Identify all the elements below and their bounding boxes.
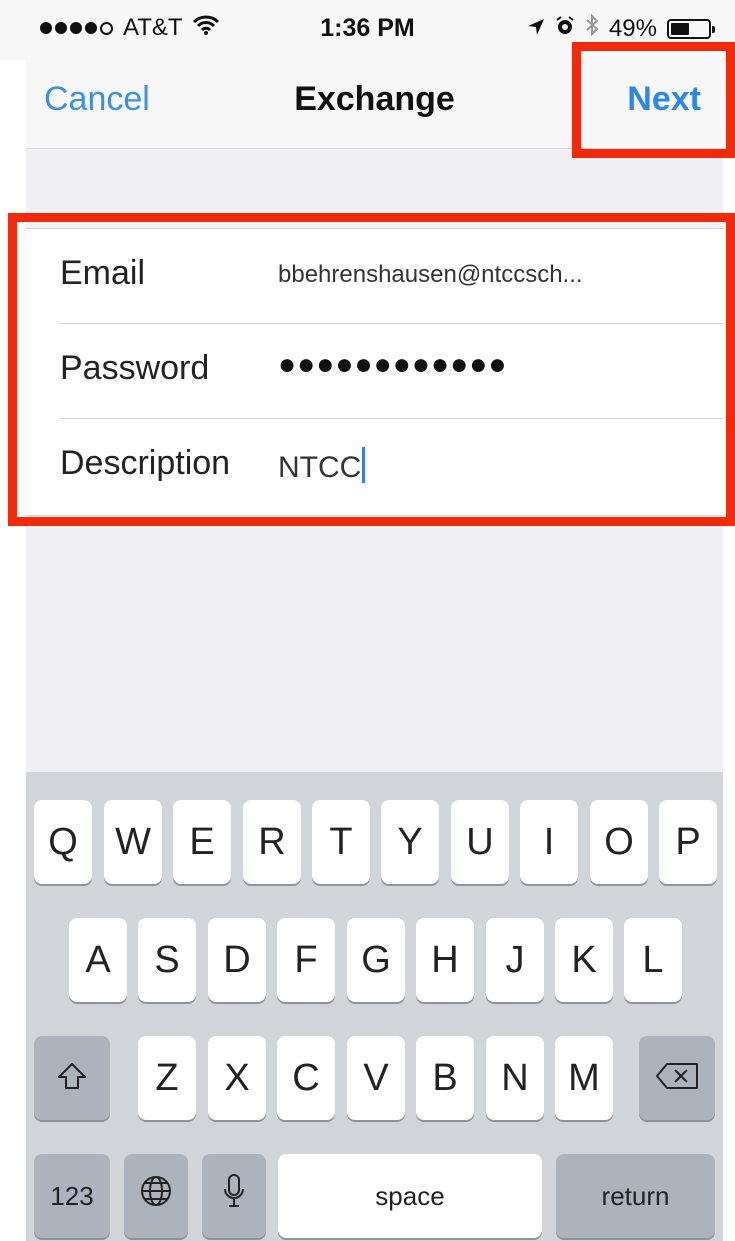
location-icon — [527, 15, 545, 43]
description-row[interactable]: Description NTCC — [26, 419, 723, 515]
key-a[interactable]: A — [69, 918, 127, 1002]
microphone-key[interactable] — [202, 1154, 266, 1238]
key-v[interactable]: V — [347, 1036, 405, 1120]
password-row[interactable]: Password ●●●●●●●●●●●● — [26, 324, 723, 420]
space-key[interactable]: space — [278, 1154, 542, 1238]
alarm-icon — [555, 15, 575, 43]
key-y[interactable]: Y — [381, 800, 439, 884]
account-form: Email bbehrenshausen@ntccsch... Password… — [26, 228, 723, 516]
microphone-icon — [222, 1173, 246, 1219]
globe-key[interactable] — [124, 1154, 188, 1238]
key-w[interactable]: W — [104, 800, 162, 884]
password-field[interactable]: ●●●●●●●●●●●● — [278, 348, 507, 382]
key-t[interactable]: T — [312, 800, 370, 884]
numbers-key[interactable]: 123 — [34, 1154, 110, 1238]
keyboard: Q W E R T Y U I O P A S D F G H J K L Z … — [26, 772, 723, 1241]
key-l[interactable]: L — [624, 918, 682, 1002]
battery-level-fill — [671, 22, 689, 35]
shift-icon — [57, 1057, 87, 1100]
status-right-group: 49% — [527, 13, 715, 43]
password-label: Password — [60, 349, 210, 387]
email-row[interactable]: Email bbehrenshausen@ntccsch... — [26, 229, 723, 325]
navigation-bar: Cancel Exchange Next — [26, 60, 723, 149]
battery-icon — [667, 18, 715, 39]
key-p[interactable]: P — [659, 800, 717, 884]
description-value: NTCC — [278, 451, 362, 484]
key-s[interactable]: S — [138, 918, 196, 1002]
key-b[interactable]: B — [416, 1036, 474, 1120]
return-key[interactable]: return — [556, 1154, 715, 1238]
backspace-icon — [655, 1057, 699, 1100]
cancel-button[interactable]: Cancel — [44, 80, 150, 119]
key-m[interactable]: M — [555, 1036, 613, 1120]
key-e[interactable]: E — [173, 800, 231, 884]
key-f[interactable]: F — [277, 918, 335, 1002]
key-r[interactable]: R — [243, 800, 301, 884]
bluetooth-icon — [585, 13, 599, 43]
key-k[interactable]: K — [555, 918, 613, 1002]
text-caret — [362, 447, 366, 483]
email-label: Email — [60, 254, 146, 292]
key-q[interactable]: Q — [34, 800, 92, 884]
email-field[interactable]: bbehrenshausen@ntccsch... — [278, 261, 583, 289]
key-c[interactable]: C — [277, 1036, 335, 1120]
key-i[interactable]: I — [520, 800, 578, 884]
shift-key[interactable] — [34, 1036, 110, 1120]
key-h[interactable]: H — [416, 918, 474, 1002]
key-o[interactable]: O — [590, 800, 648, 884]
status-bar: AT&T 1:36 PM 49% — [0, 0, 735, 60]
next-button[interactable]: Next — [627, 80, 701, 119]
key-d[interactable]: D — [208, 918, 266, 1002]
globe-icon — [139, 1174, 173, 1218]
key-z[interactable]: Z — [138, 1036, 196, 1120]
key-u[interactable]: U — [451, 800, 509, 884]
backspace-key[interactable] — [639, 1036, 715, 1120]
key-x[interactable]: X — [208, 1036, 266, 1120]
description-label: Description — [60, 444, 231, 482]
key-g[interactable]: G — [347, 918, 405, 1002]
key-j[interactable]: J — [486, 918, 544, 1002]
key-n[interactable]: N — [486, 1036, 544, 1120]
description-field[interactable]: NTCC — [278, 447, 366, 485]
battery-percent: 49% — [608, 14, 657, 42]
